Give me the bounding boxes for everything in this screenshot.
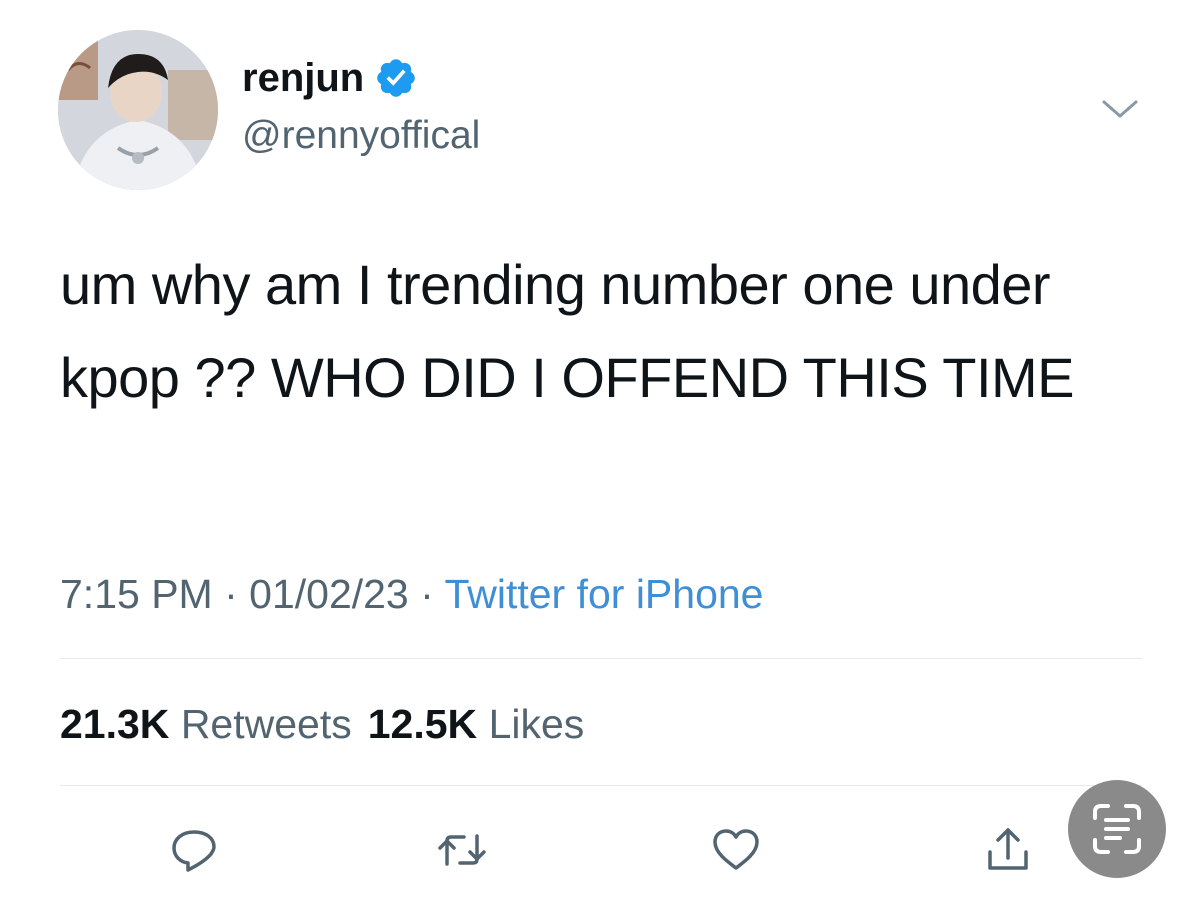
- retweet-button[interactable]: [434, 822, 490, 878]
- tweet-date: 01/02/23: [249, 571, 409, 617]
- author-display-name[interactable]: renjun: [242, 58, 364, 98]
- tweet-text: um why am I trending number one under kp…: [60, 253, 1075, 409]
- meta-separator: ·: [408, 571, 445, 617]
- likes-count: 12.5K: [367, 701, 478, 747]
- share-button[interactable]: [980, 822, 1036, 878]
- like-icon: [713, 829, 759, 870]
- tweet-time: 7:15 PM: [60, 571, 213, 617]
- like-button[interactable]: [708, 822, 764, 878]
- likes-stat[interactable]: 12.5K Likes: [368, 701, 585, 747]
- likes-label: Likes: [488, 701, 585, 747]
- reply-icon: [172, 830, 216, 872]
- avatar-photo: [58, 30, 218, 190]
- tweet-source-link[interactable]: Twitter for iPhone: [444, 571, 763, 617]
- divider: [60, 785, 1142, 786]
- chevron-down-icon[interactable]: [1100, 96, 1140, 122]
- retweet-icon: [438, 834, 486, 866]
- author-name-row[interactable]: renjun: [242, 56, 418, 100]
- tweet-stats: 21.3K Retweets 12.5K Likes: [60, 704, 584, 745]
- reply-button[interactable]: [166, 822, 222, 878]
- divider: [60, 658, 1142, 659]
- share-icon: [988, 828, 1028, 870]
- author-handle[interactable]: @rennyoffical: [242, 116, 480, 155]
- retweets-label: Retweets: [180, 701, 352, 747]
- meta-separator: ·: [212, 571, 250, 617]
- verified-badge-icon: [377, 59, 416, 97]
- live-text-icon: [1093, 804, 1141, 854]
- avatar[interactable]: [58, 30, 218, 190]
- retweets-stat[interactable]: 21.3K Retweets: [60, 701, 352, 747]
- live-text-button[interactable]: [1068, 780, 1166, 878]
- tweet-meta: 7:15 PM · 01/02/23 · Twitter for iPhone: [60, 574, 763, 615]
- retweets-count: 21.3K: [60, 701, 170, 747]
